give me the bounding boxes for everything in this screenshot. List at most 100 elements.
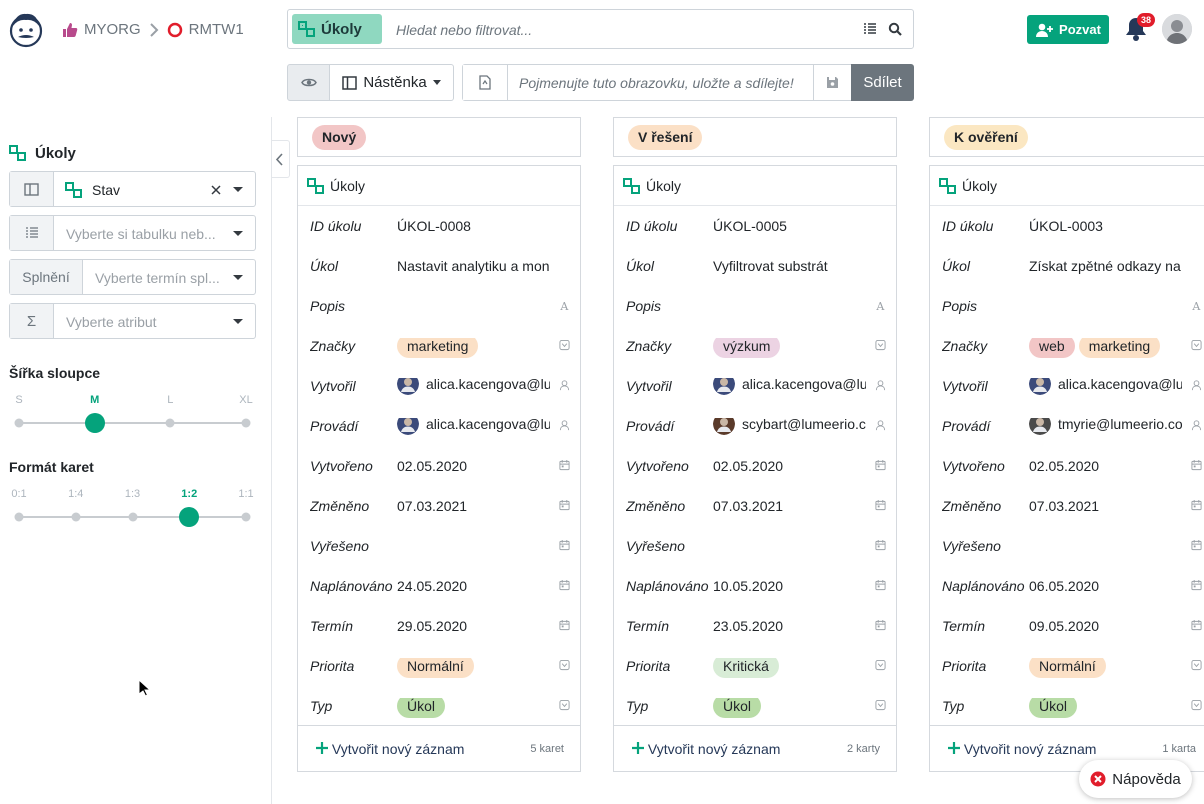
view-document-button[interactable] [463,65,508,100]
logo-icon[interactable] [8,10,44,48]
slider-handle[interactable] [84,413,105,433]
card-field-created_by[interactable]: Vytvořil alica.kacengova@lumeerio.com [626,366,886,406]
field-value-cell[interactable]: Úkol [397,698,550,718]
card-field-id[interactable]: ID úkolu ÚKOL-0005 [626,206,886,246]
table-select[interactable]: Vyberte si tabulku neb... [9,215,256,251]
column-header[interactable]: Nový [297,117,581,157]
tag-chip[interactable]: výzkum [713,338,781,358]
field-value-cell[interactable]: 02.05.2020 [713,458,866,474]
save-view-button[interactable] [813,65,851,100]
field-value-cell[interactable]: tmyrie@lumeerio.com [1029,418,1182,435]
card-field-resolved[interactable]: Vyřešeno [310,526,570,566]
view-visibility-button[interactable] [287,64,330,101]
column-width-tick[interactable]: XL [239,394,252,406]
task-card[interactable]: Úkoly ID úkolu ÚKOL-0005 Úkol Vyfiltrova… [613,165,897,772]
search-input[interactable]: Hledat nebo filtrovat... [396,22,532,38]
field-value-cell[interactable]: 09.05.2020 [1029,618,1182,634]
column-width-slider[interactable] [18,422,246,424]
card-field-desc[interactable]: Popis A [942,286,1202,326]
column-header[interactable]: K ověření [929,117,1204,157]
slider-step[interactable] [165,418,175,428]
slider-handle[interactable] [179,507,200,527]
share-button[interactable]: Sdílet [851,64,914,101]
column-width-tick[interactable]: L [167,394,173,406]
type-chip[interactable]: Úkol [713,698,762,718]
column-header[interactable]: V řešení [613,117,897,157]
invite-button[interactable]: Pozvat [1027,15,1109,44]
card-field-resolved[interactable]: Vyřešeno [942,526,1202,566]
field-value-cell[interactable]: Získat zpětné odkazy na web [1029,258,1182,274]
card-field-assignee[interactable]: Provádí tmyrie@lumeerio.com [942,406,1202,446]
card-field-tags[interactable]: Značky výzkum [626,326,886,366]
card-field-resolved[interactable]: Vyřešeno [626,526,886,566]
create-record-button[interactable]: Vytvořit nový záznam [632,741,780,757]
priority-chip[interactable]: Normální [1029,658,1106,678]
card-field-id[interactable]: ID úkolu ÚKOL-0003 [942,206,1202,246]
field-value-cell[interactable]: 07.03.2021 [713,498,866,514]
field-value-cell[interactable]: 07.03.2021 [397,498,550,514]
field-value-cell[interactable]: Úkol [1029,698,1182,718]
field-value-cell[interactable]: Nastavit analytiku a monitorování [397,258,550,274]
field-value-cell[interactable]: 06.05.2020 [1029,578,1182,594]
breadcrumb-org[interactable]: MYORG [84,21,141,38]
card-field-desc[interactable]: Popis A [626,286,886,326]
field-value-cell[interactable]: 24.05.2020 [397,578,550,594]
card-format-tick[interactable]: 1:1 [238,488,253,500]
card-field-created[interactable]: Vytvořeno 02.05.2020 [310,446,570,486]
card-field-planned[interactable]: Naplánováno 24.05.2020 [310,566,570,606]
card-field-due[interactable]: Termín 29.05.2020 [310,606,570,646]
aggregate-select[interactable]: Σ Vyberte atribut [9,303,256,339]
field-value-cell[interactable]: scybart@lumeerio.com [713,418,866,435]
field-value-cell[interactable]: Úkol [713,698,866,718]
field-value-cell[interactable]: 02.05.2020 [397,458,550,474]
search-bar[interactable]: Úkoly Hledat nebo filtrovat... [287,9,914,49]
field-value-cell[interactable]: ÚKOL-0008 [397,218,550,234]
chevron-down-icon[interactable] [233,319,243,324]
card-field-task[interactable]: Úkol Nastavit analytiku a monitorování [310,246,570,286]
field-value-cell[interactable]: alica.kacengova@lumeerio.com [713,378,866,395]
clear-icon[interactable] [211,185,221,195]
card-field-type[interactable]: Typ Úkol [626,686,886,726]
card-field-created_by[interactable]: Vytvořil alica.kacengova@lumeerio.com [310,366,570,406]
card-field-assignee[interactable]: Provádí scybart@lumeerio.com [626,406,886,446]
slider-step[interactable] [241,418,251,428]
column-width-tick[interactable]: M [90,394,99,406]
card-field-created_by[interactable]: Vytvořil alica.kacengova@lumeerio.com [942,366,1202,406]
card-field-changed[interactable]: Změněno 07.03.2021 [626,486,886,526]
search-icon[interactable] [888,22,902,36]
slider-step[interactable] [71,512,81,522]
field-value-cell[interactable]: alica.kacengova@lumeerio.com [397,378,550,395]
slider-step[interactable] [14,512,24,522]
column-width-tick[interactable]: S [15,394,22,406]
field-value-cell[interactable]: Normální [397,658,550,678]
card-field-created[interactable]: Vytvořeno 02.05.2020 [942,446,1202,486]
field-value-cell[interactable]: ÚKOL-0003 [1029,218,1182,234]
card-field-changed[interactable]: Změněno 07.03.2021 [942,486,1202,526]
card-field-due[interactable]: Termín 23.05.2020 [626,606,886,646]
card-field-priority[interactable]: Priorita Normální [310,646,570,686]
card-format-tick[interactable]: 1:4 [68,488,83,500]
card-field-priority[interactable]: Priorita Kritická [626,646,886,686]
card-field-task[interactable]: Úkol Vyfiltrovat substrát [626,246,886,286]
slider-step[interactable] [14,418,24,428]
tag-chip[interactable]: marketing [397,338,479,358]
field-value-cell[interactable]: ÚKOL-0005 [713,218,866,234]
priority-chip[interactable]: Kritická [713,658,779,678]
card-field-due[interactable]: Termín 09.05.2020 [942,606,1202,646]
collapse-sidebar-button[interactable] [272,140,290,178]
field-value-cell[interactable]: 29.05.2020 [397,618,550,634]
field-value-cell[interactable]: marketing [397,338,550,358]
collection-chip[interactable]: Úkoly [292,14,382,44]
card-field-type[interactable]: Typ Úkol [310,686,570,726]
card-field-type[interactable]: Typ Úkol [942,686,1202,726]
chevron-down-icon[interactable] [233,275,243,280]
card-field-id[interactable]: ID úkolu ÚKOL-0008 [310,206,570,246]
card-field-planned[interactable]: Naplánováno 06.05.2020 [942,566,1202,606]
field-value-cell[interactable]: alica.kacengova@lumeerio.com [397,418,550,435]
field-value-cell[interactable]: 02.05.2020 [1029,458,1182,474]
field-value-cell[interactable]: 23.05.2020 [713,618,866,634]
help-button[interactable]: Nápověda [1079,760,1192,798]
type-chip[interactable]: Úkol [1029,698,1078,718]
card-field-changed[interactable]: Změněno 07.03.2021 [310,486,570,526]
list-icon[interactable] [863,22,877,36]
